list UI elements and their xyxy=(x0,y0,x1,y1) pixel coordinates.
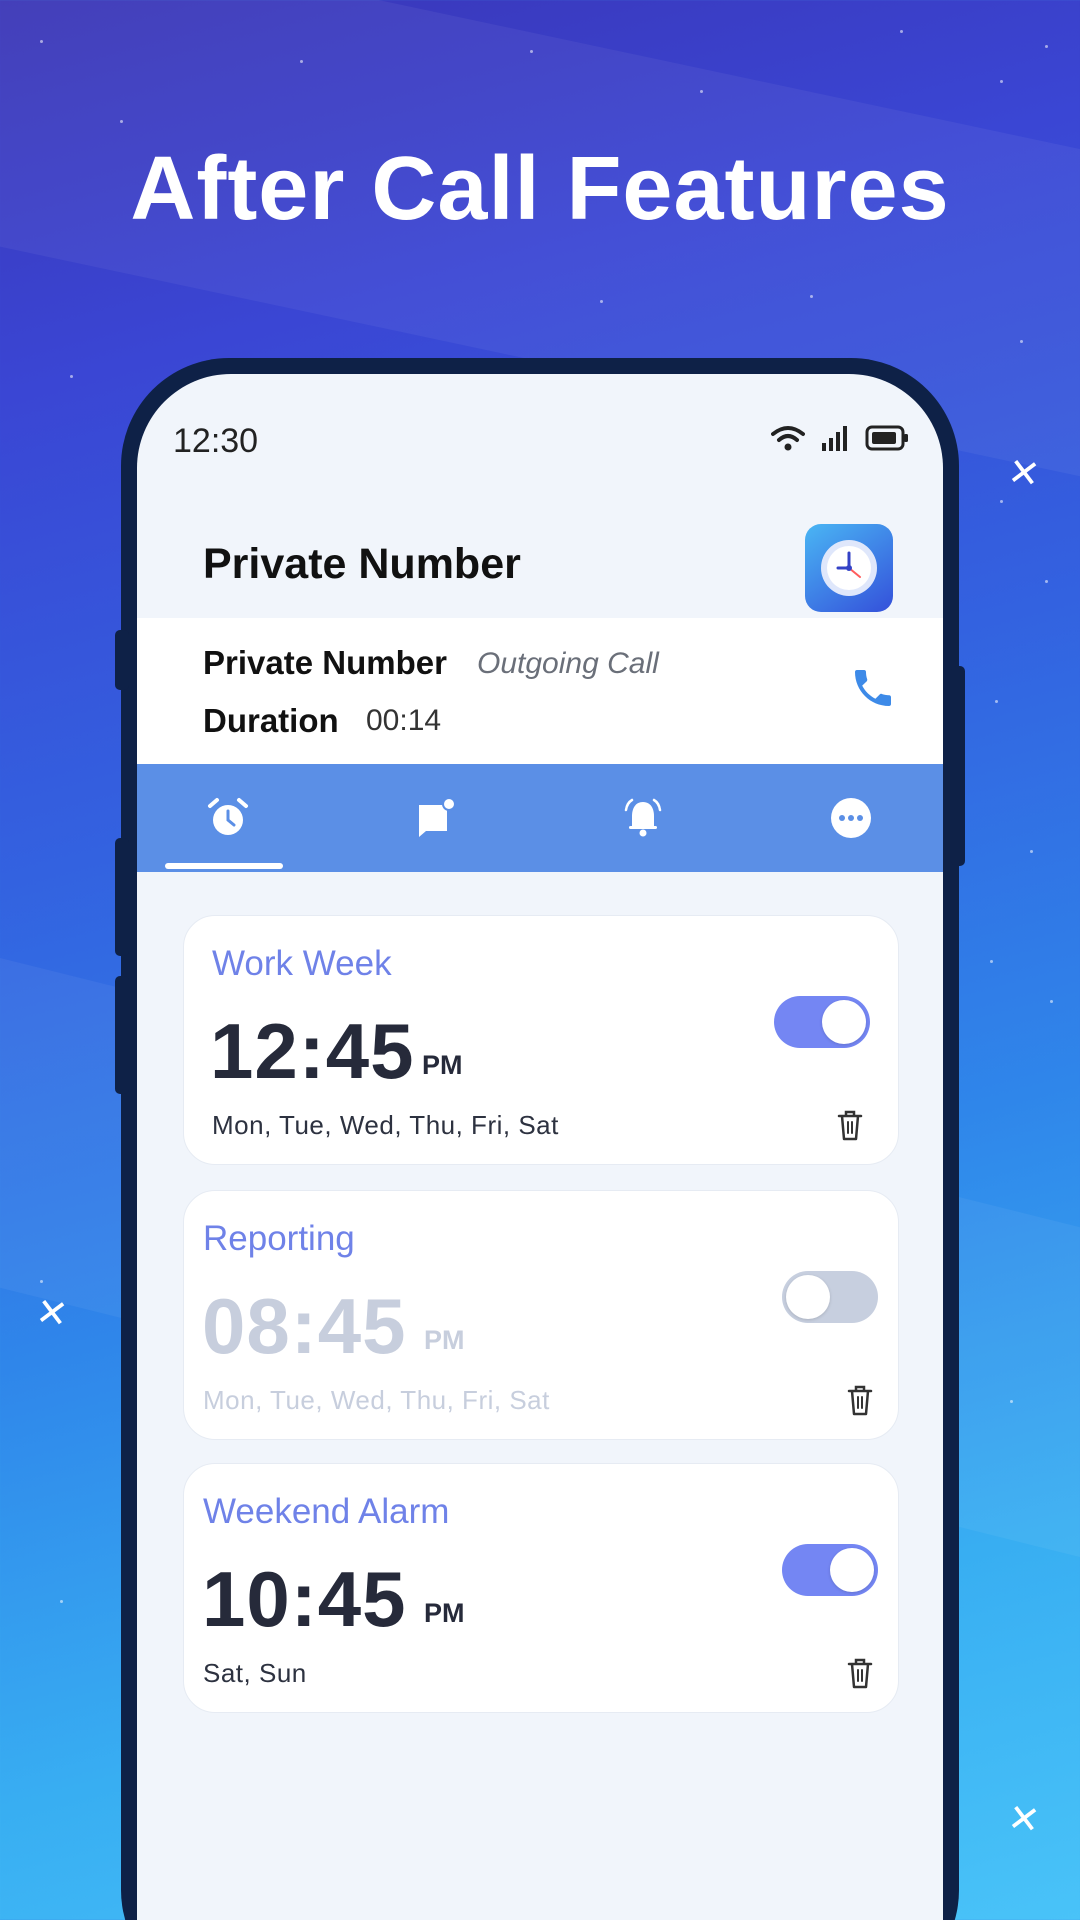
duration-label: Duration xyxy=(203,702,339,739)
trash-icon[interactable] xyxy=(844,1383,876,1417)
call-title: Private Number xyxy=(203,540,521,588)
battery-icon xyxy=(865,425,908,451)
background-star xyxy=(1030,850,1033,853)
background-star xyxy=(40,1280,43,1283)
background-star xyxy=(1050,1000,1053,1003)
tab-bar xyxy=(137,764,943,872)
background-star xyxy=(810,295,813,298)
background-star xyxy=(1000,80,1003,83)
background-star xyxy=(700,90,703,93)
alarm-time: 10:45 xyxy=(202,1555,407,1643)
phone-side-button xyxy=(115,630,129,690)
alarm-ampm: PM xyxy=(424,1325,465,1355)
status-time: 12:30 xyxy=(173,422,259,460)
phone-side-button xyxy=(115,838,129,956)
call-type: Outgoing Call xyxy=(477,647,659,680)
phone-screen: 12:30 Private Number Private Number Outg… xyxy=(137,374,943,1920)
sparkle-icon: ✕ xyxy=(1005,448,1043,498)
background-star xyxy=(70,375,73,378)
alarm-ampm: PM xyxy=(422,1050,463,1080)
tab-message[interactable] xyxy=(376,764,496,872)
background-star xyxy=(900,30,903,33)
selected-tab-indicator xyxy=(165,863,283,869)
caller-name: Private Number xyxy=(203,644,447,681)
call-info-panel: Private Number Outgoing Call Duration 00… xyxy=(137,618,943,764)
duration-value: 00:14 xyxy=(366,704,442,737)
alarm-time: 08:45 xyxy=(202,1282,407,1370)
headline: After Call Features xyxy=(130,139,950,239)
phone-side-button xyxy=(951,666,965,866)
bell-icon xyxy=(624,798,662,837)
background-star xyxy=(40,40,43,43)
alarm-card[interactable]: Weekend Alarm 10:45 PM Sat, Sun xyxy=(183,1463,899,1713)
signal-icon xyxy=(822,426,847,451)
status-bar: 12:30 xyxy=(173,422,909,462)
message-icon xyxy=(419,797,456,837)
phone-icon[interactable] xyxy=(849,664,897,717)
background-star xyxy=(1045,45,1048,48)
call-header: Private Number xyxy=(137,504,943,628)
alarm-toggle[interactable] xyxy=(774,996,870,1048)
sparkle-icon: ✕ xyxy=(1005,1794,1043,1844)
alarm-days: Sat, Sun xyxy=(203,1658,307,1688)
background-star xyxy=(120,120,123,123)
alarm-time: 12:45 xyxy=(210,1007,415,1095)
alarm-card[interactable]: Work Week 12:45 PM Mon, Tue, Wed, Thu, F… xyxy=(183,915,899,1165)
background-star xyxy=(600,300,603,303)
clock-icon[interactable] xyxy=(805,524,893,612)
background-star xyxy=(995,700,998,703)
trash-icon[interactable] xyxy=(834,1108,866,1142)
alarm-label: Reporting xyxy=(203,1219,355,1258)
alarm-days: Mon, Tue, Wed, Thu, Fri, Sat xyxy=(203,1385,550,1415)
sparkle-icon: ✕ xyxy=(33,1288,71,1338)
background-star xyxy=(990,960,993,963)
background-star xyxy=(530,50,533,53)
wifi-icon xyxy=(771,426,805,451)
tab-more[interactable] xyxy=(791,764,911,872)
phone-side-button xyxy=(115,976,129,1094)
alarm-ampm: PM xyxy=(424,1598,465,1628)
alarm-days: Mon, Tue, Wed, Thu, Fri, Sat xyxy=(212,1110,559,1140)
alarm-label: Weekend Alarm xyxy=(203,1492,450,1531)
background-star xyxy=(1010,1400,1013,1403)
background-star xyxy=(60,1600,63,1603)
background-star xyxy=(1045,580,1048,583)
tab-alarm[interactable] xyxy=(168,764,288,872)
alarm-label: Work Week xyxy=(212,944,392,983)
alarm-card[interactable]: Reporting 08:45 PM Mon, Tue, Wed, Thu, F… xyxy=(183,1190,899,1440)
status-icons xyxy=(771,424,909,452)
trash-icon[interactable] xyxy=(844,1656,876,1690)
alarm-clock-icon xyxy=(208,798,248,835)
more-icon xyxy=(831,798,871,838)
alarm-toggle[interactable] xyxy=(782,1271,878,1323)
background-star xyxy=(1000,500,1003,503)
background-star xyxy=(300,60,303,63)
alarm-toggle[interactable] xyxy=(782,1544,878,1596)
background-star xyxy=(1020,340,1023,343)
phone-frame: 12:30 Private Number Private Number Outg… xyxy=(115,358,965,1920)
tab-reminder[interactable] xyxy=(583,764,703,872)
